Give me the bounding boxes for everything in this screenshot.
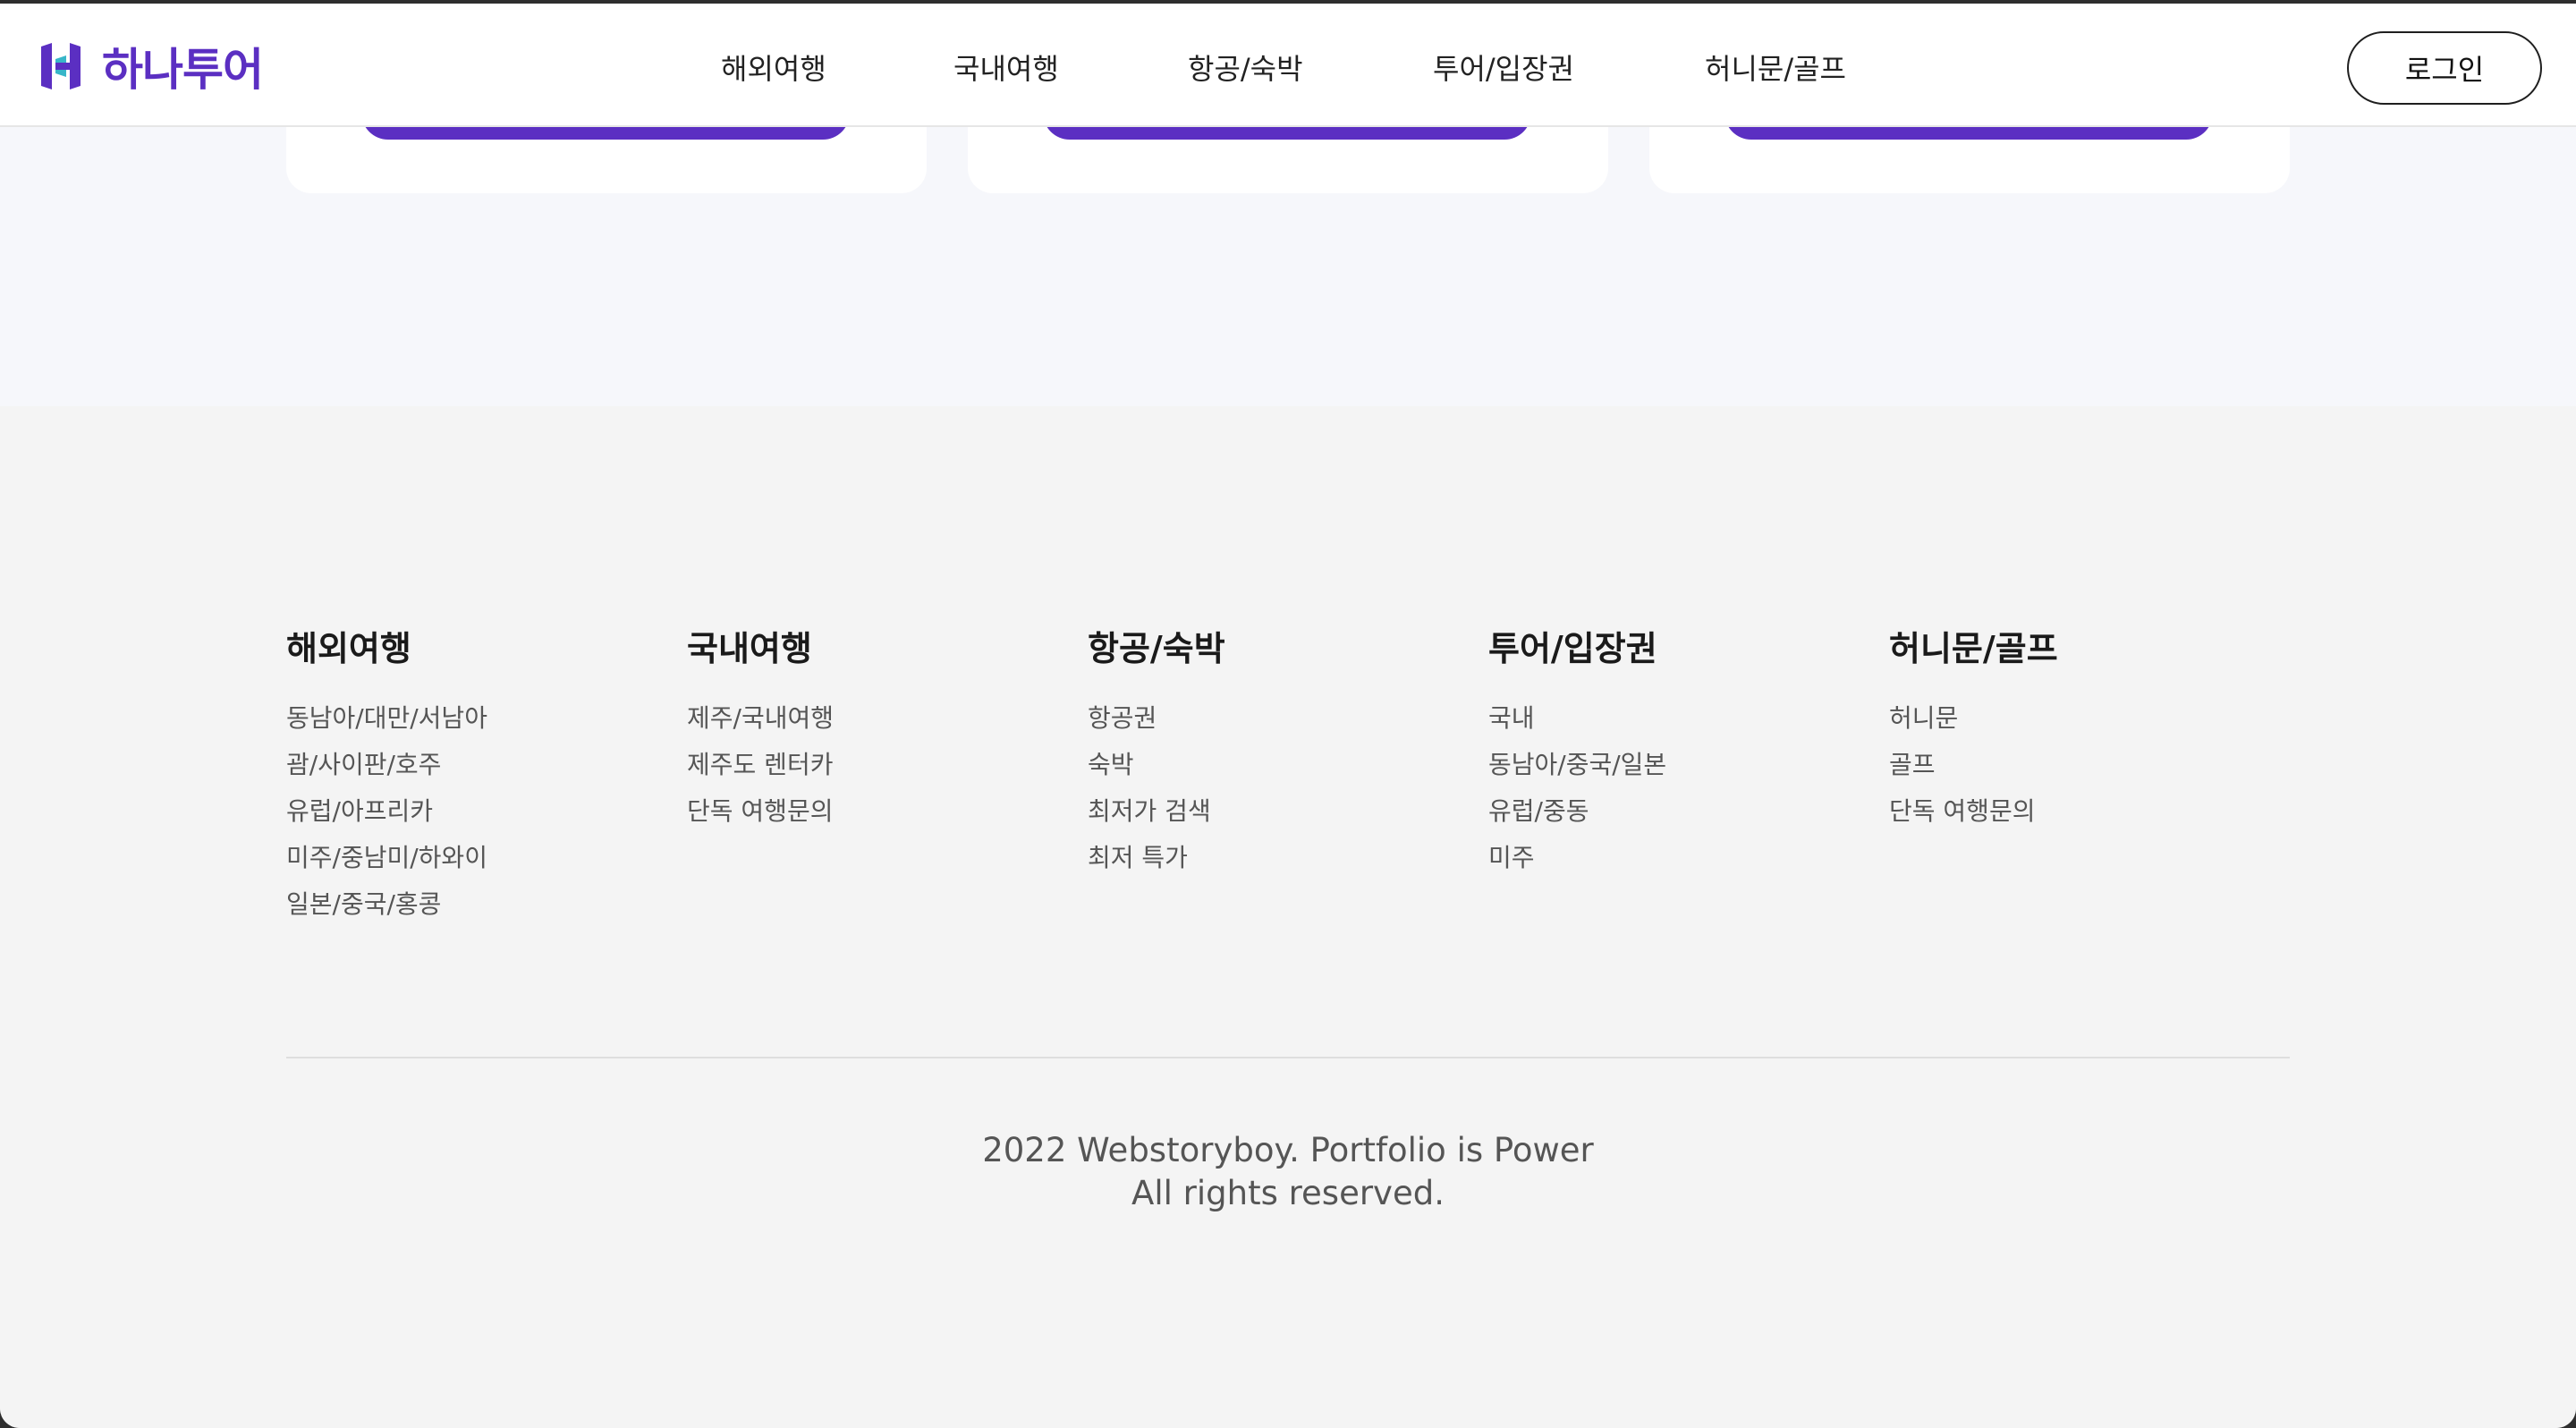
footer-link[interactable]: 국내 xyxy=(1488,695,1864,742)
footer-column: 투어/입장권 국내 동남아/중국/일본 유럽/중동 미주 xyxy=(1488,621,1864,881)
main-nav: 해외여행 국내여행 항공/숙박 투어/입장권 허니문/골프 xyxy=(0,4,2576,127)
nav-item-flight-hotel[interactable]: 항공/숙박 xyxy=(1188,47,1303,88)
footer-link[interactable]: 괌/사이판/호주 xyxy=(286,742,662,788)
site-header: 하나투어 해외여행 국내여행 항공/숙박 투어/입장권 허니문/골프 로그인 xyxy=(0,4,2576,127)
footer-column-title: 투어/입장권 xyxy=(1488,629,1657,668)
copyright-line: All rights reserved. xyxy=(1131,1174,1445,1212)
footer-divider xyxy=(286,1057,2290,1058)
footer-link[interactable]: 골프 xyxy=(1889,742,2265,788)
copyright-line: 2022 Webstoryboy. Portfolio is Power xyxy=(982,1131,1594,1169)
footer-column: 항공/숙박 항공권 숙박 최저가 검색 최저 특가 xyxy=(1088,621,1463,881)
footer-link[interactable]: 동남아/대만/서남아 xyxy=(286,695,662,742)
footer-column-title: 해외여행 xyxy=(286,629,411,668)
footer-link[interactable]: 제주/국내여행 xyxy=(687,695,1063,742)
footer-column-title: 항공/숙박 xyxy=(1088,629,1225,668)
browser-viewport: 하나투어 해외여행 국내여행 항공/숙박 투어/입장권 허니문/골프 로그인 해… xyxy=(0,4,2576,1428)
copyright: 2022 Webstoryboy. Portfolio is Power All… xyxy=(0,1129,2576,1215)
login-button[interactable]: 로그인 xyxy=(2347,31,2542,105)
footer-link[interactable]: 유럽/아프리카 xyxy=(286,788,662,835)
footer-link[interactable]: 최저가 검색 xyxy=(1088,788,1463,835)
footer-link[interactable]: 제주도 렌터카 xyxy=(687,742,1063,788)
footer-link[interactable]: 유럽/중동 xyxy=(1488,788,1864,835)
footer-link[interactable]: 숙박 xyxy=(1088,742,1463,788)
nav-item-tour-ticket[interactable]: 투어/입장권 xyxy=(1433,47,1574,88)
footer-column: 국내여행 제주/국내여행 제주도 렌터카 단독 여행문의 xyxy=(687,621,1063,835)
footer-link[interactable]: 단독 여행문의 xyxy=(1889,788,2265,835)
footer-column-title: 허니문/골프 xyxy=(1889,629,2058,668)
nav-item-overseas-travel[interactable]: 해외여행 xyxy=(721,47,826,88)
footer-link[interactable]: 최저 특가 xyxy=(1088,835,1463,881)
footer-link[interactable]: 허니문 xyxy=(1889,695,2265,742)
footer-link[interactable]: 미주/중남미/하와이 xyxy=(286,835,662,881)
nav-item-domestic-travel[interactable]: 국내여행 xyxy=(953,47,1059,88)
footer-column: 해외여행 동남아/대만/서남아 괌/사이판/호주 유럽/아프리카 미주/중남미/… xyxy=(286,621,662,928)
site-footer: 해외여행 동남아/대만/서남아 괌/사이판/호주 유럽/아프리카 미주/중남미/… xyxy=(0,406,2576,1428)
footer-link[interactable]: 단독 여행문의 xyxy=(687,788,1063,835)
nav-item-honeymoon-golf[interactable]: 허니문/골프 xyxy=(1705,47,1846,88)
footer-link[interactable]: 항공권 xyxy=(1088,695,1463,742)
footer-column-title: 국내여행 xyxy=(687,629,812,668)
footer-column: 허니문/골프 허니문 골프 단독 여행문의 xyxy=(1889,621,2265,835)
footer-link[interactable]: 일본/중국/홍콩 xyxy=(286,881,662,928)
footer-link[interactable]: 동남아/중국/일본 xyxy=(1488,742,1864,788)
footer-link[interactable]: 미주 xyxy=(1488,835,1864,881)
